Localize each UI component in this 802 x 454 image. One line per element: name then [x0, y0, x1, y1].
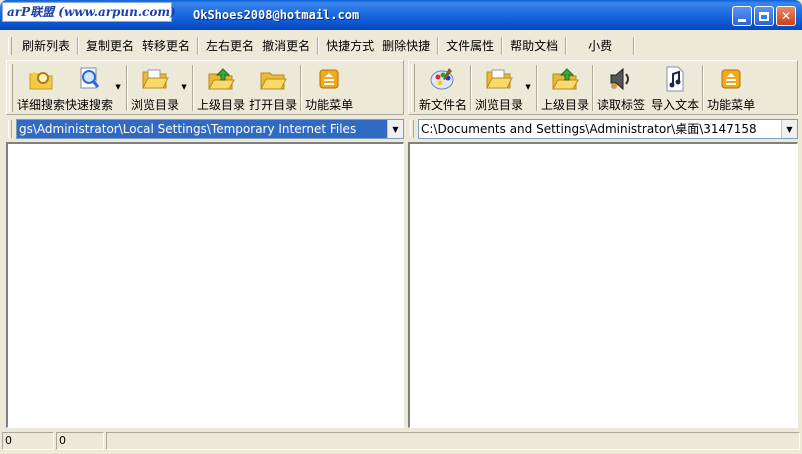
menu-move-rename[interactable]: 转移更名	[138, 36, 194, 56]
status-right-count: 0	[56, 432, 104, 450]
right-toolbar: 新文件名 浏览目录 ▼ 上级目录 读取标签 导入文本 功能菜单	[408, 60, 798, 115]
folder-up-icon	[551, 65, 579, 93]
read-tags-button[interactable]: 读取标签	[597, 61, 645, 113]
chevron-down-icon[interactable]: ▼	[781, 120, 797, 138]
right-path-combobox[interactable]: C:\Documents and Settings\Administrator\…	[418, 119, 798, 139]
menu-separator	[633, 37, 636, 55]
status-bar: 0 0	[2, 432, 800, 452]
menu-help[interactable]: 帮助文档	[506, 36, 562, 56]
status-message	[106, 432, 800, 450]
toolbar-separator	[126, 65, 129, 111]
right-pane: 新文件名 浏览目录 ▼ 上级目录 读取标签 导入文本 功能菜单 C:\Docum…	[408, 60, 798, 428]
menu-file-properties[interactable]: 文件属性	[442, 36, 498, 56]
left-path-row: gs\Administrator\Local Settings\Temporar…	[6, 118, 404, 140]
music-file-icon	[661, 65, 689, 93]
left-pane: 详细搜索 快速搜索 ▼ 浏览目录 ▼ 上级目录 打开目录 功能菜单 gs\Adm…	[6, 60, 404, 428]
menu-separator	[437, 37, 440, 55]
left-toolbar: 详细搜索 快速搜索 ▼ 浏览目录 ▼ 上级目录 打开目录 功能菜单	[6, 60, 404, 115]
status-left-count: 0	[2, 432, 54, 450]
menu-separator	[317, 37, 320, 55]
menu-icon	[315, 65, 343, 93]
left-file-list[interactable]	[6, 142, 404, 428]
function-menu-button[interactable]: 功能菜单	[305, 61, 353, 113]
maximize-button[interactable]	[754, 6, 774, 26]
new-filename-button[interactable]: 新文件名	[419, 61, 467, 113]
maximize-icon	[759, 11, 769, 21]
toolbar-grip[interactable]	[9, 64, 13, 112]
dropdown-arrow-icon[interactable]: ▼	[523, 83, 533, 91]
toolbar-separator	[592, 65, 595, 111]
menu-shortcut[interactable]: 快捷方式	[322, 36, 378, 56]
left-path-value[interactable]: gs\Administrator\Local Settings\Temporar…	[17, 120, 387, 138]
menu-separator	[565, 37, 568, 55]
folder-search-icon	[27, 65, 55, 93]
right-path-value[interactable]: C:\Documents and Settings\Administrator\…	[419, 120, 781, 138]
open-folder-icon	[485, 65, 513, 93]
speaker-icon	[607, 65, 635, 93]
folder-icon	[259, 65, 287, 93]
left-path-combobox[interactable]: gs\Administrator\Local Settings\Temporar…	[16, 119, 404, 139]
title-bar[interactable]: arP联盟 (www.arpun.com) OkShoes2008@hotmai…	[0, 0, 802, 30]
toolbar-separator	[470, 65, 473, 111]
menu-separator	[501, 37, 504, 55]
menu-separator	[77, 37, 80, 55]
close-icon: ✕	[780, 9, 792, 23]
folder-up-icon	[207, 65, 235, 93]
toolbar-separator	[536, 65, 539, 111]
menu-copy-rename[interactable]: 复制更名	[82, 36, 138, 56]
logo: arP联盟 (www.arpun.com)	[2, 2, 176, 22]
browse-folder-button[interactable]: 浏览目录	[131, 61, 179, 113]
window-title: OkShoes2008@hotmail.com	[193, 8, 360, 22]
menu-bar: 刷新列表 复制更名 转移更名 左右更名 撤消更名 快捷方式 删除快捷 文件属性 …	[4, 34, 798, 58]
minimize-button[interactable]	[732, 6, 752, 26]
toolbar-grip[interactable]	[410, 120, 414, 138]
menu-lr-rename[interactable]: 左右更名	[202, 36, 258, 56]
toolbar-grip[interactable]	[411, 64, 415, 112]
chevron-down-icon[interactable]: ▼	[387, 120, 403, 138]
parent-folder-button[interactable]: 上级目录	[197, 61, 245, 113]
menu-delete-shortcut[interactable]: 删除快捷	[378, 36, 434, 56]
toolbar-separator	[702, 65, 705, 111]
browse-folder-button[interactable]: 浏览目录	[475, 61, 523, 113]
menu-grip[interactable]	[8, 37, 12, 55]
parent-folder-button[interactable]: 上级目录	[541, 61, 589, 113]
right-path-row: C:\Documents and Settings\Administrator\…	[408, 118, 798, 140]
menu-undo-rename[interactable]: 撤消更名	[258, 36, 314, 56]
window-controls: ✕	[732, 6, 796, 26]
function-menu-button[interactable]: 功能菜单	[707, 61, 755, 113]
open-folder-icon	[141, 65, 169, 93]
quick-search-button[interactable]: 快速搜索	[65, 61, 113, 113]
dropdown-arrow-icon[interactable]: ▼	[113, 83, 123, 91]
toolbar-grip[interactable]	[8, 120, 12, 138]
menu-separator	[197, 37, 200, 55]
detailed-search-button[interactable]: 详细搜索	[17, 61, 65, 113]
import-text-button[interactable]: 导入文本	[651, 61, 699, 113]
magnifier-icon	[75, 65, 103, 93]
minimize-icon	[738, 18, 746, 22]
menu-tip[interactable]: 小费	[570, 36, 630, 56]
close-button[interactable]: ✕	[776, 6, 796, 26]
dropdown-arrow-icon[interactable]: ▼	[179, 83, 189, 91]
menu-refresh-list[interactable]: 刷新列表	[18, 36, 74, 56]
toolbar-separator	[300, 65, 303, 111]
menu-icon	[717, 65, 745, 93]
toolbar-separator	[192, 65, 195, 111]
open-folder-button[interactable]: 打开目录	[249, 61, 297, 113]
palette-icon	[429, 65, 457, 93]
right-file-list[interactable]	[408, 142, 798, 428]
